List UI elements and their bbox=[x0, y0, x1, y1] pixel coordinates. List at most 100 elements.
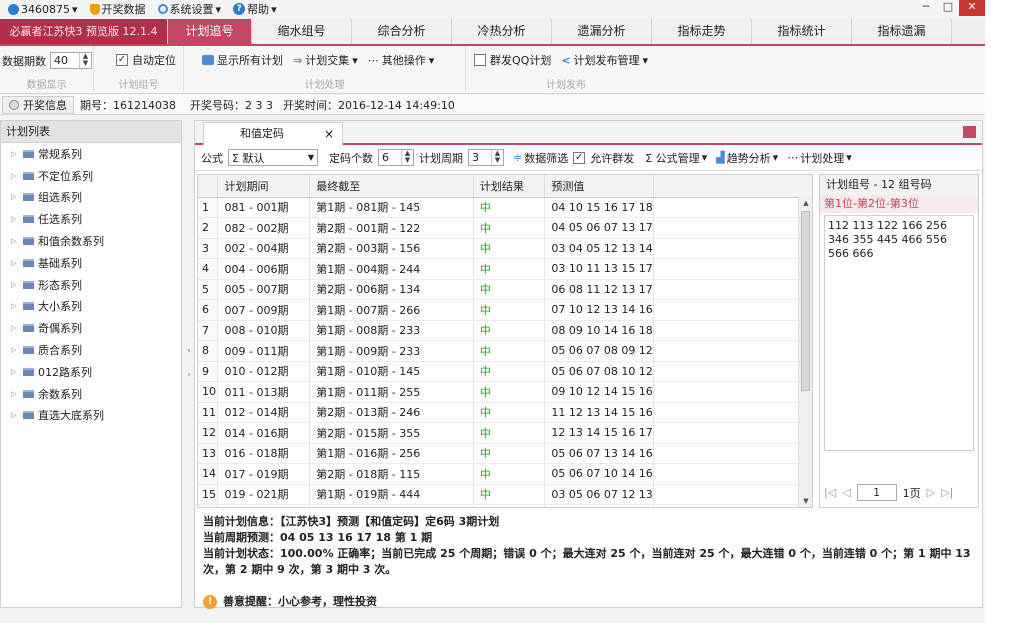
first-page-icon[interactable]: |◁ bbox=[824, 486, 836, 499]
prev-page-icon[interactable]: ◁ bbox=[842, 486, 850, 499]
expand-arrow-icon[interactable]: ▷ bbox=[11, 411, 19, 419]
maximize-icon[interactable] bbox=[963, 126, 976, 138]
tree-item[interactable]: ▷ 组选系列 bbox=[1, 187, 181, 209]
table-row[interactable]: 8 009 - 011期 第1期 - 009期 - 233 中 05 06 07 08 … bbox=[198, 340, 812, 362]
scroll-down-icon[interactable]: ▼ bbox=[799, 497, 812, 505]
allow-mass-checkbox[interactable]: ✓ bbox=[573, 151, 586, 164]
prize-data-menu[interactable]: 开奖数据 bbox=[89, 1, 146, 17]
intersect-button[interactable]: ⇒ 计划交集 ▾ bbox=[293, 52, 358, 68]
expand-arrow-icon[interactable]: ▷ bbox=[11, 150, 19, 158]
scroll-thumb[interactable] bbox=[801, 211, 810, 391]
expand-arrow-icon[interactable]: ▷ bbox=[11, 281, 19, 289]
expand-arrow-icon[interactable]: ▷ bbox=[11, 368, 19, 376]
tab-hot-cold[interactable]: 冷热分析 bbox=[452, 19, 552, 44]
doc-tab-sum-value[interactable]: 和值定码 × bbox=[203, 122, 343, 145]
expand-arrow-icon[interactable]: ▷ bbox=[11, 324, 19, 332]
table-row[interactable]: 6 007 - 009期 第1期 - 007期 - 266 中 07 10 12 13 … bbox=[198, 299, 812, 321]
trend-button[interactable]: ▟ 趋势分析 ▾ bbox=[716, 150, 778, 166]
expand-arrow-icon[interactable]: ▷ bbox=[11, 390, 19, 398]
table-row[interactable]: 14 017 - 019期 第2期 - 018期 - 115 中 05 06 07 10… bbox=[198, 463, 812, 485]
column-header-result[interactable]: 计划结果 bbox=[473, 175, 546, 198]
table-row[interactable]: 15 019 - 021期 第1期 - 019期 - 444 中 03 05 06 07… bbox=[198, 484, 812, 505]
table-row[interactable]: 9 010 - 012期 第1期 - 010期 - 145 中 05 06 07 08 … bbox=[198, 361, 812, 382]
table-row[interactable]: 16020 - 022期第2期 - 021期 - 134中06 07 08 09… bbox=[198, 504, 812, 507]
close-icon[interactable]: ✕ bbox=[959, 0, 985, 16]
close-tab-icon[interactable]: × bbox=[324, 123, 334, 145]
tab-comprehensive[interactable]: 综合分析 bbox=[352, 19, 452, 44]
tree-item[interactable]: ▷ 任选系列 bbox=[1, 208, 181, 230]
stepper-arrows-icon[interactable]: ▲ ▼ bbox=[79, 53, 91, 68]
column-header-index[interactable] bbox=[198, 175, 219, 198]
count-stepper[interactable]: 6 ▲ ▼ bbox=[378, 149, 414, 166]
prediction-cell: 05 06 07 13 14 16 bbox=[544, 443, 654, 464]
settings-menu[interactable]: 系统设置 ▾ bbox=[157, 1, 221, 17]
stepper-arrows-icon[interactable]: ▲ ▼ bbox=[491, 150, 503, 165]
stepper-arrows-icon[interactable]: ▲ ▼ bbox=[401, 150, 413, 165]
tab-brand[interactable]: 必赢者江苏快3 预览版 12.1.4 bbox=[0, 19, 168, 44]
plan-proc-button[interactable]: ⋯ 计划处理 ▾ bbox=[787, 150, 852, 166]
other-ops-button[interactable]: ⋯ 其他操作 ▾ bbox=[368, 52, 435, 68]
tree-item[interactable]: ▷ 奇偶系列 bbox=[1, 317, 181, 339]
grid-scrollbar[interactable]: ▲ ▼ bbox=[798, 197, 812, 507]
tree-item[interactable]: ▷ 直选大底系列 bbox=[1, 405, 181, 427]
tree-item[interactable]: ▷ 基础系列 bbox=[1, 252, 181, 274]
period-stepper[interactable]: 40 ▲ ▼ bbox=[50, 52, 92, 69]
table-row[interactable]: 11 012 - 014期 第2期 - 013期 - 246 中 11 12 13 14… bbox=[198, 402, 812, 423]
table-row[interactable]: 2 082 - 002期 第2期 - 001期 - 122 中 04 05 06 07 … bbox=[198, 217, 812, 239]
expand-arrow-icon[interactable]: ▷ bbox=[11, 346, 19, 354]
result-cell: 中 bbox=[473, 504, 546, 507]
page-input[interactable]: 1 bbox=[856, 484, 897, 501]
table-row[interactable]: 3 002 - 004期 第2期 - 003期 - 156 中 03 04 05 12 … bbox=[198, 238, 812, 259]
last-page-icon[interactable]: ▷| bbox=[941, 486, 953, 499]
formula-mgmt-button[interactable]: Σ 公式管理 ▾ bbox=[645, 150, 707, 166]
expand-arrow-icon[interactable]: ▷ bbox=[11, 193, 19, 201]
table-row[interactable]: 13 016 - 018期 第1期 - 016期 - 256 中 05 06 07 13… bbox=[198, 443, 812, 464]
splitter-handle[interactable]: ‹ › bbox=[184, 345, 194, 385]
table-row[interactable]: 7 008 - 010期 第1期 - 008期 - 233 中 08 09 10 14 … bbox=[198, 320, 812, 341]
table-row[interactable]: 5 005 - 007期 第2期 - 006期 - 134 中 06 08 11 12 … bbox=[198, 279, 812, 300]
row-index: 5 bbox=[198, 279, 219, 300]
plan-number-list[interactable]: 112 113 122 166 256 346 355 445 466 556 … bbox=[824, 215, 974, 451]
tab-indicator-stats[interactable]: 指标统计 bbox=[752, 19, 852, 44]
show-all-label: 显示所有计划 bbox=[217, 54, 283, 67]
user-menu[interactable]: 3460875 ▾ bbox=[8, 3, 78, 16]
expand-arrow-icon[interactable]: ▷ bbox=[11, 237, 19, 245]
tab-shrink[interactable]: 缩水组号 bbox=[252, 19, 352, 44]
filter-button[interactable]: ≑ 数据筛选 bbox=[513, 150, 568, 166]
column-header-prediction[interactable]: 预测值 bbox=[544, 175, 654, 198]
tree-item[interactable]: ▷ 和值余数系列 bbox=[1, 230, 181, 252]
tree-item[interactable]: ▷ 形态系列 bbox=[1, 274, 181, 296]
expand-arrow-icon[interactable]: ▷ bbox=[11, 259, 19, 267]
tree-item[interactable]: ▷ 不定位系列 bbox=[1, 165, 181, 187]
publish-button[interactable]: < 计划发布管理 ▾ bbox=[561, 52, 648, 68]
tree-item[interactable]: ▷ 余数系列 bbox=[1, 383, 181, 405]
expand-arrow-icon[interactable]: ▷ bbox=[11, 172, 19, 180]
expand-arrow-icon[interactable]: ▷ bbox=[11, 302, 19, 310]
table-row[interactable]: 12 014 - 016期 第2期 - 015期 - 355 中 12 13 14 15… bbox=[198, 422, 812, 444]
tab-indicator-trend[interactable]: 指标走势 bbox=[652, 19, 752, 44]
table-row[interactable]: 1 081 - 001期 第1期 - 081期 - 145 中 04 10 15 16 … bbox=[198, 197, 812, 218]
tree-item[interactable]: ▷ 012路系列 bbox=[1, 361, 181, 383]
show-all-button[interactable]: 显示所有计划 bbox=[202, 52, 283, 68]
minimize-icon[interactable]: ─ bbox=[915, 0, 937, 16]
tree-item[interactable]: ▷ 常规系列 bbox=[1, 143, 181, 165]
tab-indicator-missing[interactable]: 指标遗漏 bbox=[852, 19, 952, 44]
expand-arrow-icon[interactable]: ▷ bbox=[11, 215, 19, 223]
cycle-stepper[interactable]: 3 ▲ ▼ bbox=[468, 149, 504, 166]
tree-item[interactable]: ▷ 大小系列 bbox=[1, 296, 181, 318]
tab-plan-tracking[interactable]: 计划追号 bbox=[168, 19, 252, 44]
qq-group-checkbox[interactable] bbox=[474, 54, 486, 66]
help-menu[interactable]: ? 帮助 ▾ bbox=[233, 1, 277, 17]
table-row[interactable]: 4 004 - 006期 第1期 - 004期 - 244 中 03 10 11 13 … bbox=[198, 258, 812, 280]
formula-select[interactable]: Σ 默认 ▼ bbox=[228, 149, 318, 166]
tree-item[interactable]: ▷ 质合系列 bbox=[1, 339, 181, 361]
auto-locate-checkbox[interactable]: ✓ bbox=[116, 54, 128, 66]
tab-missing[interactable]: 遗漏分析 bbox=[552, 19, 652, 44]
next-page-icon[interactable]: ▷ bbox=[927, 486, 935, 499]
scroll-up-icon[interactable]: ▲ bbox=[799, 199, 812, 207]
ellipsis-icon: ⋯ bbox=[787, 151, 799, 164]
column-header-final[interactable]: 最终截至 bbox=[309, 175, 474, 198]
restore-icon[interactable]: □ bbox=[937, 0, 959, 16]
table-row[interactable]: 10 011 - 013期 第1期 - 011期 - 255 中 09 10 12 14… bbox=[198, 381, 812, 403]
column-header-period[interactable]: 计划期间 bbox=[217, 175, 311, 198]
